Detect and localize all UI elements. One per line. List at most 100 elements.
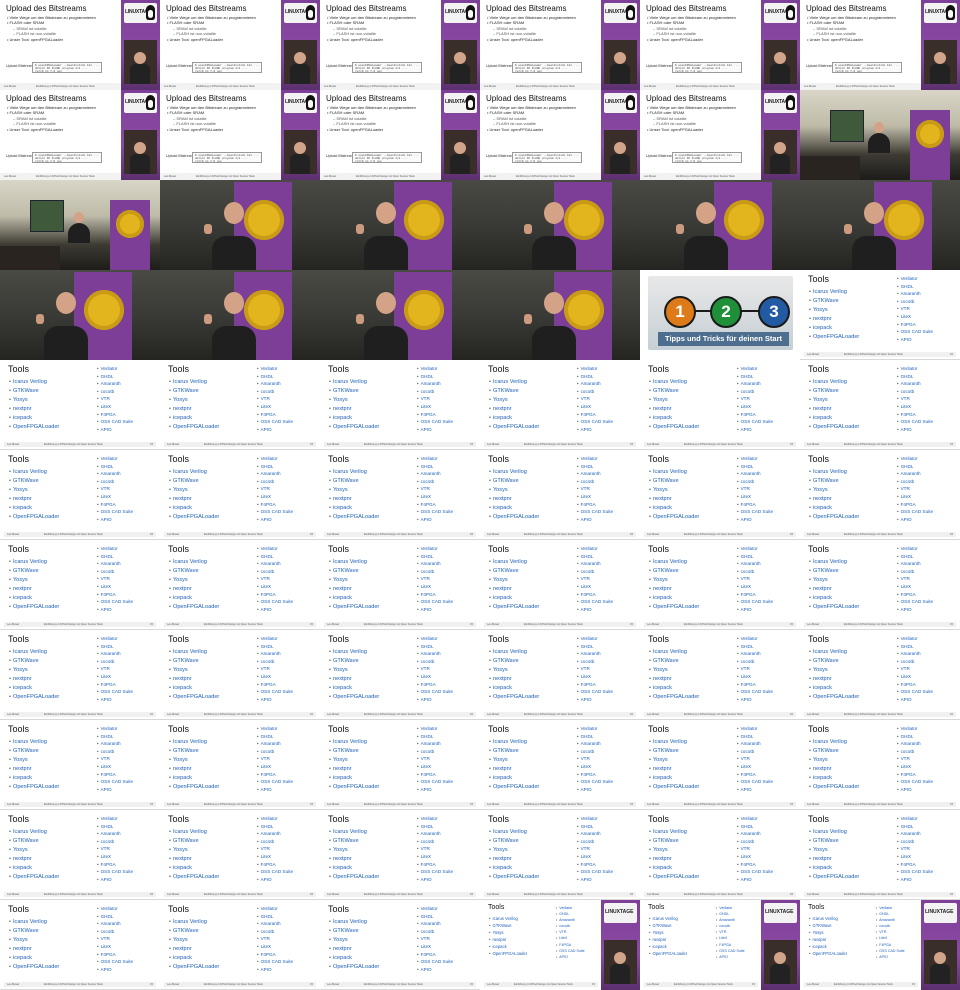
tool-link[interactable]: F4PGA bbox=[417, 771, 453, 779]
tool-link[interactable]: Amaranth bbox=[417, 740, 453, 748]
tool-link[interactable]: Icarus Verilog bbox=[329, 558, 379, 567]
tool-link[interactable]: GTKWave bbox=[809, 657, 859, 666]
thumbnail-tools-cam[interactable]: Tools Icarus VerilogGTKWaveYosysnextpnric… bbox=[480, 900, 640, 990]
tool-link[interactable]: icepack bbox=[489, 684, 539, 693]
thumbnail-tools[interactable]: Tools Icarus VerilogGTKWaveYosysnextpnric… bbox=[320, 360, 480, 450]
tool-link[interactable]: OpenFPGALoader bbox=[9, 603, 59, 612]
tool-link[interactable]: OSS CAD Suite bbox=[417, 868, 453, 876]
tool-link[interactable]: OSS CAD Suite bbox=[577, 418, 613, 426]
tool-link[interactable]: Yosys bbox=[329, 936, 379, 945]
tool-link[interactable]: OSS CAD Suite bbox=[417, 508, 453, 516]
tool-link[interactable]: OSS CAD Suite bbox=[897, 868, 933, 876]
tool-link[interactable]: Amaranth bbox=[577, 830, 613, 838]
tool-link[interactable]: VTR bbox=[577, 665, 613, 673]
tool-link[interactable]: icepack bbox=[329, 414, 379, 423]
tool-link[interactable]: OpenFPGALoader bbox=[489, 693, 539, 702]
tool-link[interactable]: Verilator bbox=[737, 635, 773, 643]
tool-link[interactable]: GHDL bbox=[897, 463, 933, 471]
tool-link[interactable]: Amaranth bbox=[97, 920, 133, 928]
thumbnail-tools[interactable]: Tools Icarus VerilogGTKWaveYosysnextpnric… bbox=[800, 540, 960, 630]
tool-link[interactable]: F4PGA bbox=[97, 861, 133, 869]
tool-link[interactable]: nextpnr bbox=[169, 675, 219, 684]
tool-link[interactable]: GTKWave bbox=[329, 387, 379, 396]
tool-link[interactable]: Verilator bbox=[257, 635, 293, 643]
thumbnail-tools[interactable]: Tools Icarus VerilogGTKWaveYosysnextpnric… bbox=[320, 450, 480, 540]
tool-link[interactable]: APIO bbox=[737, 426, 773, 434]
tool-link[interactable]: VTR bbox=[737, 485, 773, 493]
tool-link[interactable]: Verilator bbox=[257, 725, 293, 733]
tool-link[interactable]: GTKWave bbox=[649, 837, 699, 846]
tool-link[interactable]: OSS CAD Suite bbox=[577, 688, 613, 696]
thumbnail-photo[interactable] bbox=[480, 180, 640, 270]
tool-link[interactable]: VTR bbox=[257, 395, 293, 403]
tool-link[interactable]: VTR bbox=[417, 485, 453, 493]
tool-link[interactable]: GHDL bbox=[897, 733, 933, 741]
tool-link[interactable]: F4PGA bbox=[737, 681, 773, 689]
tool-link[interactable]: Icarus Verilog bbox=[169, 558, 219, 567]
tool-link[interactable]: LiteX bbox=[737, 853, 773, 861]
tool-link[interactable]: GTKWave bbox=[649, 387, 699, 396]
tool-link[interactable]: icepack bbox=[169, 684, 219, 693]
tool-link[interactable]: OpenFPGALoader bbox=[9, 513, 59, 522]
tool-link[interactable]: cocotb bbox=[97, 478, 133, 486]
tool-link[interactable]: nextpnr bbox=[809, 585, 859, 594]
tool-link[interactable]: Icarus Verilog bbox=[809, 378, 859, 387]
tool-link[interactable]: Amaranth bbox=[257, 740, 293, 748]
tool-link[interactable]: cocotb bbox=[417, 658, 453, 666]
tool-link[interactable]: VTR bbox=[97, 665, 133, 673]
tool-link[interactable]: Icarus Verilog bbox=[489, 558, 539, 567]
tool-link[interactable]: F4PGA bbox=[97, 681, 133, 689]
tool-link[interactable]: Yosys bbox=[809, 846, 859, 855]
tool-link[interactable]: F4PGA bbox=[897, 861, 933, 869]
tool-link[interactable]: GTKWave bbox=[489, 837, 539, 846]
tool-link[interactable]: VTR bbox=[577, 395, 613, 403]
tool-link[interactable]: icepack bbox=[809, 864, 859, 873]
tool-link[interactable]: LiteX bbox=[737, 673, 773, 681]
tool-link[interactable]: OpenFPGALoader bbox=[329, 873, 379, 882]
tool-link[interactable]: OSS CAD Suite bbox=[257, 868, 293, 876]
tool-link[interactable]: GHDL bbox=[897, 373, 933, 381]
tool-link[interactable]: nextpnr bbox=[489, 675, 539, 684]
tool-link[interactable]: Amaranth bbox=[897, 470, 933, 478]
tool-link[interactable]: Icarus Verilog bbox=[9, 918, 59, 927]
tool-link[interactable]: Icarus Verilog bbox=[809, 738, 859, 747]
tool-link[interactable]: icepack bbox=[649, 774, 699, 783]
tool-link[interactable]: Verilator bbox=[897, 635, 933, 643]
tool-link[interactable]: LiteX bbox=[417, 853, 453, 861]
tool-link[interactable]: cocotb bbox=[97, 748, 133, 756]
tool-link[interactable]: OpenFPGALoader bbox=[489, 513, 539, 522]
tool-link[interactable]: GHDL bbox=[577, 823, 613, 831]
tool-link[interactable]: LiteX bbox=[897, 583, 933, 591]
tool-link[interactable]: GHDL bbox=[897, 283, 933, 291]
tool-link[interactable]: GTKWave bbox=[9, 387, 59, 396]
tool-link[interactable]: GTKWave bbox=[329, 927, 379, 936]
tool-link[interactable]: cocotb bbox=[97, 928, 133, 936]
tool-link[interactable]: GHDL bbox=[897, 643, 933, 651]
tool-link[interactable]: APIO bbox=[897, 786, 933, 794]
tool-link[interactable]: icepack bbox=[169, 864, 219, 873]
tool-link[interactable]: APIO bbox=[257, 696, 293, 704]
tool-link[interactable]: VTR bbox=[257, 755, 293, 763]
tool-link[interactable]: GTKWave bbox=[649, 567, 699, 576]
tool-link[interactable]: cocotb bbox=[417, 388, 453, 396]
tool-link[interactable]: VTR bbox=[97, 575, 133, 583]
thumbnail-tools[interactable]: Tools Icarus VerilogGTKWaveYosysnextpnric… bbox=[320, 630, 480, 720]
tool-link[interactable]: icepack bbox=[9, 954, 59, 963]
tool-link[interactable]: cocotb bbox=[577, 388, 613, 396]
tool-link[interactable]: icepack bbox=[489, 864, 539, 873]
thumbnail-upload[interactable]: Upload des Bitstreams • Viele Wege um den… bbox=[0, 90, 160, 180]
tool-link[interactable]: GTKWave bbox=[9, 477, 59, 486]
tool-link[interactable]: nextpnr bbox=[649, 675, 699, 684]
tool-link[interactable]: Yosys bbox=[809, 576, 859, 585]
tool-link[interactable]: APIO bbox=[257, 426, 293, 434]
tool-link[interactable]: Verilator bbox=[257, 455, 293, 463]
tool-link[interactable]: Icarus Verilog bbox=[649, 915, 687, 922]
tool-link[interactable]: icepack bbox=[169, 774, 219, 783]
tool-link[interactable]: APIO bbox=[257, 876, 293, 884]
tool-link[interactable]: APIO bbox=[897, 606, 933, 614]
thumbnail-tools[interactable]: Tools Icarus VerilogGTKWaveYosysnextpnric… bbox=[640, 540, 800, 630]
tool-link[interactable]: OpenFPGALoader bbox=[809, 950, 847, 957]
tool-link[interactable]: OSS CAD Suite bbox=[876, 948, 904, 954]
tool-link[interactable]: LiteX bbox=[257, 673, 293, 681]
thumbnail-tools[interactable]: Tools Icarus VerilogGTKWaveYosysnextpnric… bbox=[320, 540, 480, 630]
